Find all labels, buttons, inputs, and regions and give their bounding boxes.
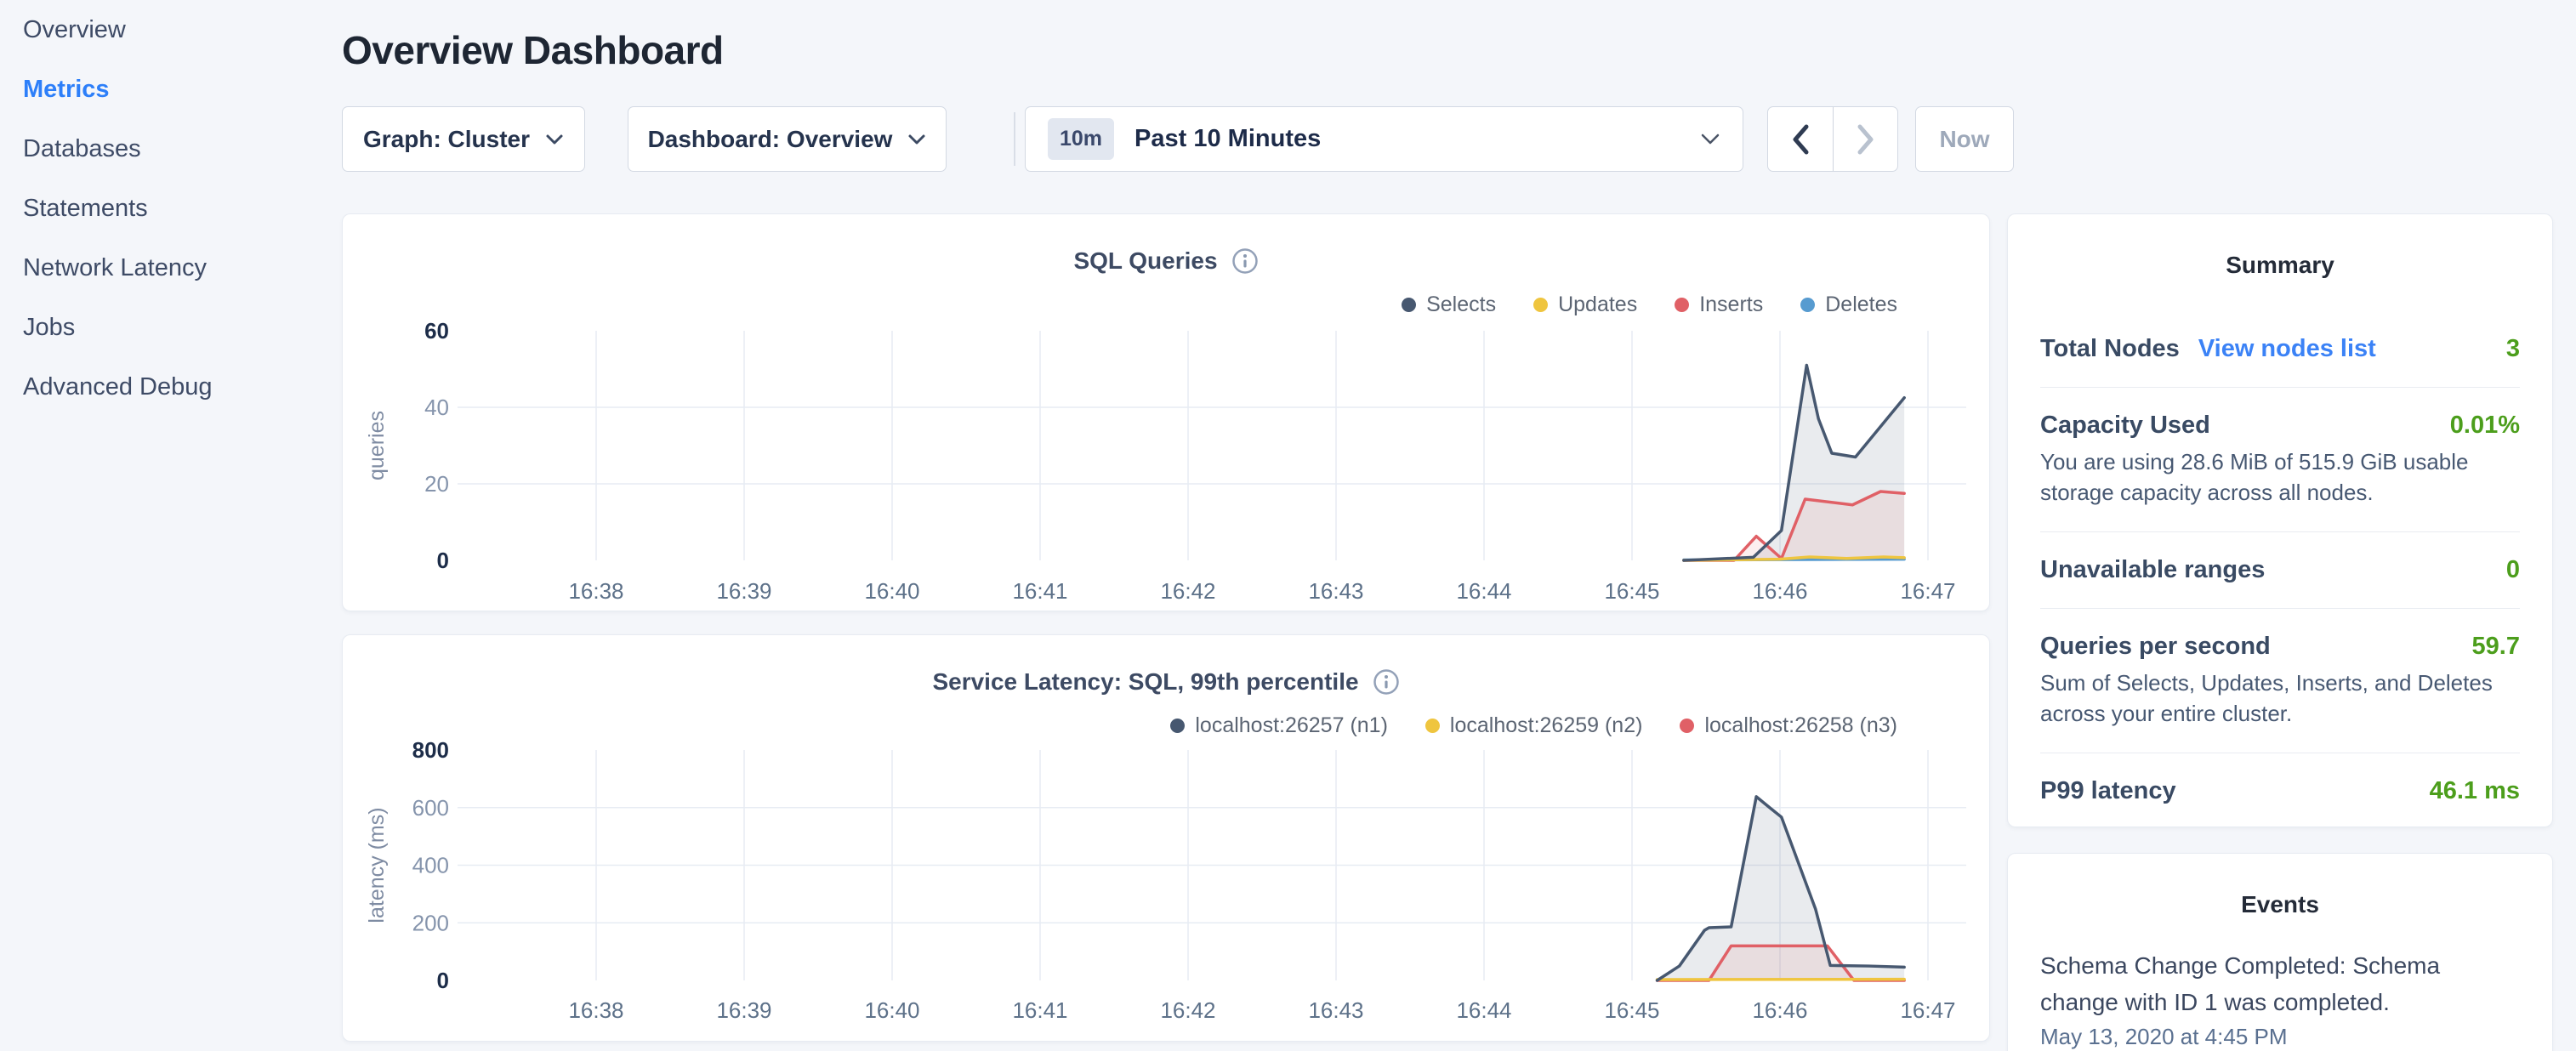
summary-label: Unavailable ranges [2040, 556, 2265, 584]
x-tick-label: 16:40 [864, 578, 919, 604]
summary-label: Total Nodes [2040, 335, 2180, 363]
summary-label: P99 latency [2040, 777, 2176, 805]
x-tick-label: 16:38 [568, 997, 623, 1023]
y-tick-label: 60 [424, 318, 449, 344]
x-tick-label: 16:41 [1012, 578, 1067, 604]
summary-value: 59.7 [2472, 633, 2520, 661]
summary-row-p99-latency: P99 latency 46.1 ms [2040, 753, 2520, 829]
y-tick-label: 200 [412, 910, 449, 935]
sidebar-item-statements[interactable]: Statements [0, 179, 342, 238]
x-tick-label: 16:44 [1456, 997, 1511, 1023]
x-tick-label: 16:46 [1752, 578, 1807, 604]
summary-row-queries-per-second: Queries per second 59.7 Sum of Selects, … [2040, 608, 2520, 753]
summary-value: 0 [2506, 556, 2520, 584]
y-tick-label: 20 [424, 471, 449, 497]
y-tick-label: 0 [437, 968, 449, 993]
summary-value: 46.1 ms [2430, 777, 2520, 805]
sidebar-item-jobs[interactable]: Jobs [0, 298, 342, 357]
time-step-button-group [1767, 106, 1898, 172]
graph-dropdown-label: Graph: Cluster [363, 126, 530, 153]
events-title: Events [2040, 891, 2520, 918]
x-tick-label: 16:45 [1604, 578, 1659, 604]
service-latency-chart-card: Service Latency: SQL, 99th percentile lo… [342, 634, 1990, 1042]
sidebar-item-advanced-debug[interactable]: Advanced Debug [0, 357, 342, 417]
x-tick-label: 16:40 [864, 997, 919, 1023]
graph-dropdown[interactable]: Graph: Cluster [342, 106, 585, 172]
sql-queries-chart: 16:38 16:39 16:40 16:41 16:42 16:43 16:44 16:45… [343, 214, 1991, 612]
y-tick-label: 40 [424, 395, 449, 420]
toolbar-divider [1014, 112, 1015, 166]
x-tick-label: 16:42 [1160, 578, 1215, 604]
y-axis-label: queries [365, 411, 389, 480]
chevron-down-icon [1700, 133, 1720, 145]
dashboard-dropdown-label: Dashboard: Overview [648, 126, 893, 153]
summary-value: 3 [2506, 335, 2520, 363]
view-nodes-list-link[interactable]: View nodes list [2198, 335, 2376, 363]
events-panel: Events Schema Change Completed: Schema c… [2007, 853, 2553, 1051]
now-button[interactable]: Now [1915, 106, 2014, 172]
y-axis-label: latency (ms) [365, 807, 389, 923]
sidebar-item-overview[interactable]: Overview [0, 0, 342, 60]
chevron-down-icon [907, 134, 926, 145]
x-tick-label: 16:44 [1456, 578, 1511, 604]
dashboard-dropdown[interactable]: Dashboard: Overview [628, 106, 947, 172]
sidebar-item-network-latency[interactable]: Network Latency [0, 238, 342, 298]
event-message: Schema Change Completed: Schema change w… [2040, 947, 2465, 1020]
summary-value: 0.01% [2450, 412, 2520, 440]
sql-queries-chart-card: SQL Queries SelectsUpdatesInsertsDeletes… [342, 213, 1990, 611]
summary-label: Queries per second [2040, 633, 2271, 661]
previous-time-button[interactable] [1768, 107, 1833, 171]
chevron-down-icon [545, 134, 564, 145]
x-tick-label: 16:47 [1900, 578, 1955, 604]
summary-panel: Summary Total Nodes View nodes list 3 Ca… [2007, 213, 2553, 827]
x-tick-label: 16:46 [1752, 997, 1807, 1023]
sidebar-item-databases[interactable]: Databases [0, 119, 342, 179]
x-tick-label: 16:38 [568, 578, 623, 604]
page-title: Overview Dashboard [342, 27, 724, 73]
summary-description: Sum of Selects, Updates, Inserts, and De… [2040, 668, 2520, 729]
y-tick-label: 600 [412, 795, 449, 821]
sidebar: Overview Metrics Databases Statements Ne… [0, 0, 342, 1051]
x-tick-label: 16:45 [1604, 997, 1659, 1023]
event-timestamp: May 13, 2020 at 4:45 PM [2040, 1024, 2520, 1050]
y-tick-label: 800 [412, 737, 449, 763]
x-tick-label: 16:43 [1308, 997, 1363, 1023]
summary-label: Capacity Used [2040, 412, 2210, 440]
service-latency-chart: 16:38 16:39 16:40 16:41 16:42 16:43 16:44 16:45… [343, 635, 1991, 1042]
x-tick-label: 16:47 [1900, 997, 1955, 1023]
summary-row-unavailable-ranges: Unavailable ranges 0 [2040, 531, 2520, 608]
x-tick-label: 16:41 [1012, 997, 1067, 1023]
time-range-label: Past 10 Minutes [1134, 125, 1685, 153]
next-time-button[interactable] [1833, 107, 1897, 171]
sidebar-item-metrics[interactable]: Metrics [0, 60, 342, 119]
summary-title: Summary [2040, 252, 2520, 279]
time-range-selector[interactable]: 10m Past 10 Minutes [1025, 106, 1743, 172]
summary-row-capacity-used: Capacity Used 0.01% You are using 28.6 M… [2040, 387, 2520, 531]
metrics-overview-page: Overview Metrics Databases Statements Ne… [0, 0, 2576, 1051]
x-tick-label: 16:39 [716, 997, 771, 1023]
time-range-badge: 10m [1048, 118, 1114, 160]
summary-description: You are using 28.6 MiB of 515.9 GiB usab… [2040, 446, 2520, 508]
y-tick-label: 0 [437, 548, 449, 573]
summary-row-total-nodes: Total Nodes View nodes list 3 [2040, 311, 2520, 387]
x-tick-label: 16:43 [1308, 578, 1363, 604]
x-tick-label: 16:39 [716, 578, 771, 604]
y-tick-label: 400 [412, 853, 449, 878]
x-tick-label: 16:42 [1160, 997, 1215, 1023]
